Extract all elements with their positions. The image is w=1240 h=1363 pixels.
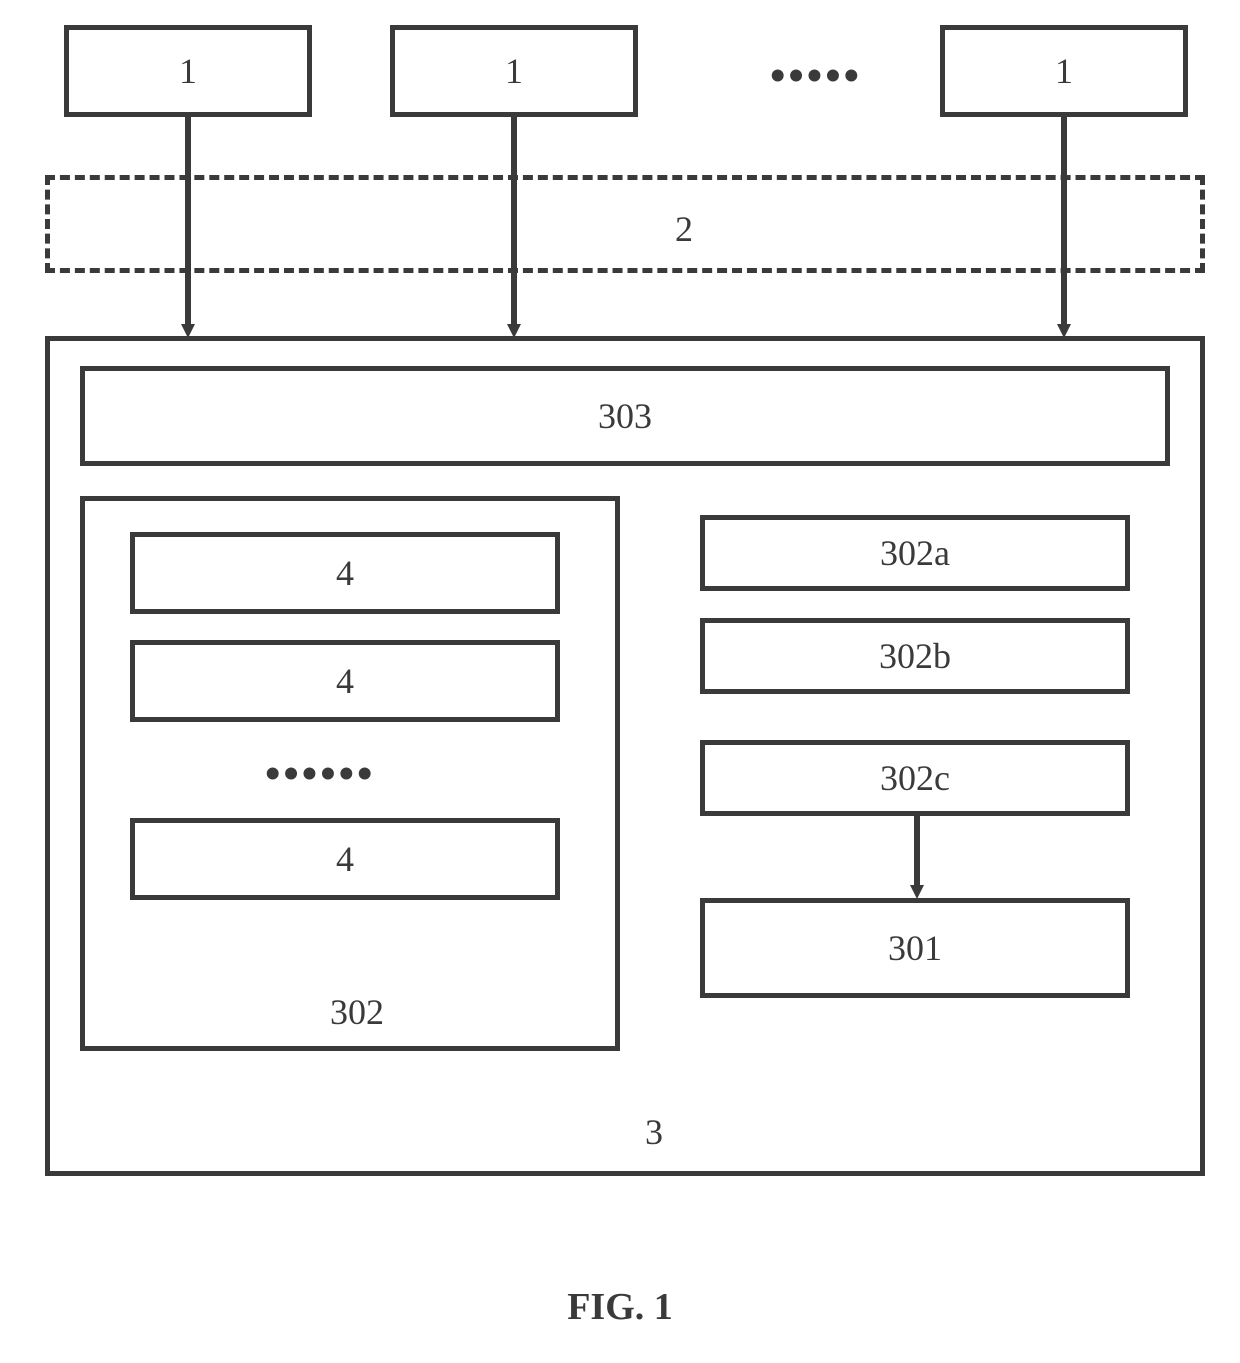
wide-box-303: 303	[80, 366, 1170, 466]
left-item-2: 4	[130, 640, 560, 722]
left-item-2-label: 4	[336, 660, 354, 702]
arrow-3	[1058, 117, 1070, 345]
top-box-1-label: 1	[179, 50, 197, 92]
left-item-3-label: 4	[336, 838, 354, 880]
arrow-302c-to-301	[907, 816, 927, 906]
left-item-1: 4	[130, 532, 560, 614]
main-container-label: 3	[645, 1111, 663, 1153]
figure-caption: FIG. 1	[567, 1285, 673, 1329]
right-item-302a-label: 302a	[880, 532, 950, 574]
right-item-302b: 302b	[700, 618, 1130, 694]
top-box-3: 1	[940, 25, 1188, 117]
left-region-label: 302	[330, 991, 384, 1033]
top-box-2-label: 1	[505, 50, 523, 92]
top-box-3-label: 1	[1055, 50, 1073, 92]
arrow-1	[182, 117, 194, 345]
box-301: 301	[700, 898, 1130, 998]
box-301-label: 301	[888, 927, 942, 969]
middle-dashed-label: 2	[675, 208, 693, 250]
top-box-1: 1	[64, 25, 312, 117]
left-item-3: 4	[130, 818, 560, 900]
left-ellipsis: ••••••	[265, 748, 375, 799]
middle-dashed-box: 2	[45, 175, 1205, 273]
right-item-302c-label: 302c	[880, 757, 950, 799]
wide-box-303-label: 303	[598, 395, 652, 437]
right-item-302b-label: 302b	[879, 635, 951, 677]
left-item-1-label: 4	[336, 552, 354, 594]
arrow-2	[508, 117, 520, 345]
top-box-2: 1	[390, 25, 638, 117]
right-item-302a: 302a	[700, 515, 1130, 591]
right-item-302c: 302c	[700, 740, 1130, 816]
top-ellipsis: •••••	[770, 50, 862, 101]
